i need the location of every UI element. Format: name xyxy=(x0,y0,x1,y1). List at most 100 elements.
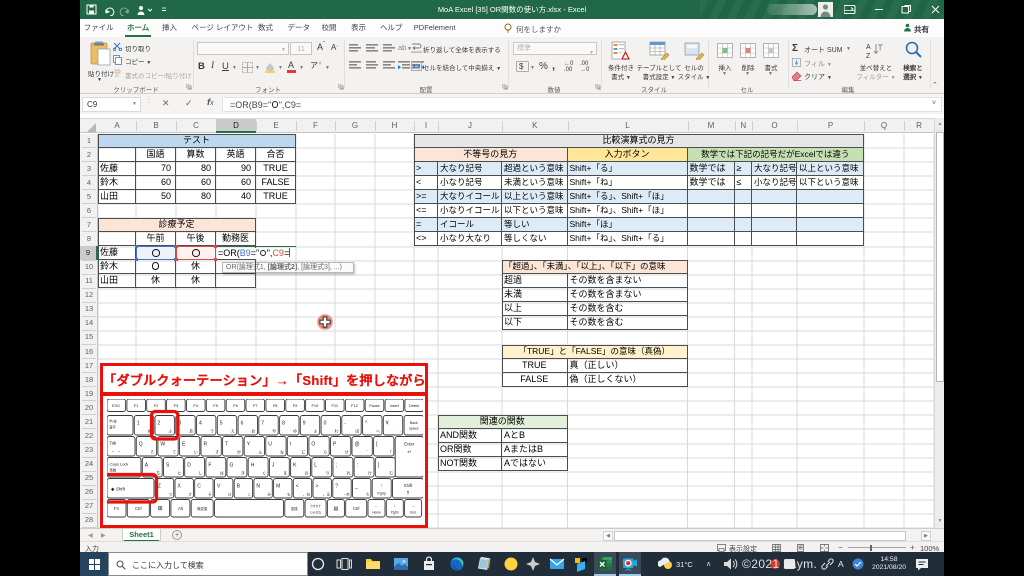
svg-text:A: A xyxy=(866,44,871,51)
svg-text:?: ? xyxy=(335,484,338,490)
svg-text:4: 4 xyxy=(199,421,202,427)
svg-text:F3: F3 xyxy=(173,403,178,408)
svg-text:せ: せ xyxy=(344,450,348,455)
svg-text:よ: よ xyxy=(313,429,317,434)
svg-text:ひらがな: ひらがな xyxy=(309,511,320,515)
svg-text:Ctrl: Ctrl xyxy=(135,506,142,511)
svg-text:無変換: 無変換 xyxy=(197,506,208,511)
svg-text:ら: ら xyxy=(323,450,327,455)
svg-text:;: ; xyxy=(335,463,336,469)
svg-text:O: O xyxy=(311,442,315,448)
svg-text:か: か xyxy=(236,449,240,455)
svg-text:そ: そ xyxy=(208,492,212,497)
svg-text:◆ Shift: ◆ Shift xyxy=(111,487,126,492)
svg-text:お: お xyxy=(251,428,255,434)
svg-text:゛: ゛ xyxy=(366,450,370,455)
svg-text:変換: 変換 xyxy=(290,506,297,511)
svg-text:I: I xyxy=(289,442,290,448)
svg-text:む: む xyxy=(389,470,393,476)
svg-text:>: > xyxy=(315,484,318,490)
svg-text:Back: Back xyxy=(409,421,417,425)
svg-text:き: き xyxy=(240,471,244,476)
svg-text:⇑: ⇑ xyxy=(405,491,409,497)
svg-text:1: 1 xyxy=(136,421,139,427)
svg-text:↓: ↓ xyxy=(393,503,395,508)
svg-text:り: り xyxy=(325,470,329,476)
svg-text:C: C xyxy=(197,484,201,490)
svg-text:↑: ↑ xyxy=(380,483,383,489)
svg-text:9: 9 xyxy=(302,421,305,427)
svg-text:と: と xyxy=(177,471,181,476)
svg-text:Fn: Fn xyxy=(114,506,120,511)
svg-text:カタカナ: カタカナ xyxy=(309,504,320,508)
svg-text:←→: ←→ xyxy=(111,449,121,455)
svg-text:れ: れ xyxy=(346,470,350,476)
svg-text:$: $ xyxy=(519,62,524,71)
svg-text:F8: F8 xyxy=(272,403,277,408)
svg-text:F: F xyxy=(208,463,211,469)
svg-text:↵: ↵ xyxy=(407,450,411,456)
svg-text:ま: ま xyxy=(283,471,287,476)
svg-text:@: @ xyxy=(354,442,359,448)
svg-text:「: 「 xyxy=(387,449,391,455)
svg-text:ろ: ろ xyxy=(365,492,369,497)
svg-text:U: U xyxy=(268,442,272,448)
svg-text:F6: F6 xyxy=(233,403,238,408)
svg-text:Enter: Enter xyxy=(404,442,415,447)
svg-text:End: End xyxy=(410,511,416,515)
svg-text:8: 8 xyxy=(282,421,285,427)
svg-text:に: に xyxy=(301,450,305,455)
svg-text::: : xyxy=(356,463,357,469)
svg-text:▤: ▤ xyxy=(333,506,338,512)
svg-text:0: 0 xyxy=(323,421,326,427)
svg-text:6: 6 xyxy=(240,421,243,427)
svg-text:F11: F11 xyxy=(331,403,338,408)
svg-text:ほ: ほ xyxy=(355,428,359,434)
svg-text:や: や xyxy=(272,428,276,434)
svg-text:Ctrl: Ctrl xyxy=(352,506,359,511)
svg-text:_: _ xyxy=(354,484,358,490)
svg-text:し: し xyxy=(198,471,202,476)
svg-text:つ: つ xyxy=(168,493,172,497)
svg-text:H: H xyxy=(250,463,254,469)
svg-text:N: N xyxy=(256,484,260,490)
svg-text:英数: 英数 xyxy=(109,468,116,473)
svg-text:⊞: ⊞ xyxy=(157,506,162,512)
svg-text:、ね: 、ね xyxy=(303,492,311,497)
svg-text:わ: わ xyxy=(334,428,338,434)
svg-text:Alt: Alt xyxy=(177,506,183,511)
svg-text:Insert: Insert xyxy=(389,404,398,408)
svg-text:Z: Z xyxy=(866,53,871,59)
svg-text:さ: さ xyxy=(188,492,192,497)
svg-text:5: 5 xyxy=(219,421,222,427)
svg-text:・め: ・め xyxy=(342,493,350,497)
svg-text:み: み xyxy=(267,492,271,497)
svg-text:space: space xyxy=(409,427,419,431)
svg-text:F1: F1 xyxy=(133,403,138,408)
svg-text:M: M xyxy=(276,484,280,490)
svg-text:→: → xyxy=(411,503,415,508)
svg-text:へ: へ xyxy=(376,429,380,434)
svg-text:Home: Home xyxy=(372,511,381,515)
svg-text:¥: ¥ xyxy=(385,421,388,427)
svg-text:G: G xyxy=(229,463,233,469)
svg-text:も: も xyxy=(286,492,290,497)
svg-text:い: い xyxy=(193,450,197,455)
svg-text:PgUp: PgUp xyxy=(377,492,386,496)
svg-text:F7: F7 xyxy=(252,403,257,408)
svg-text:の: の xyxy=(304,471,308,476)
svg-text:7: 7 xyxy=(261,421,264,427)
svg-text:あ: あ xyxy=(189,429,193,434)
svg-text:半/全: 半/全 xyxy=(109,419,117,424)
svg-text:て: て xyxy=(172,450,176,455)
svg-text:F5: F5 xyxy=(213,403,218,408)
svg-text:ん: ん xyxy=(258,450,262,455)
svg-text:。る: 。る xyxy=(322,492,330,497)
svg-text:す: す xyxy=(215,450,219,455)
svg-text:Pause: Pause xyxy=(369,404,379,408)
svg-text:え: え xyxy=(230,428,234,434)
svg-text:ふ: ふ xyxy=(168,429,172,434)
svg-text:F10: F10 xyxy=(311,403,319,408)
svg-text:ひ: ひ xyxy=(227,492,231,497)
svg-text:漢字: 漢字 xyxy=(109,425,116,430)
